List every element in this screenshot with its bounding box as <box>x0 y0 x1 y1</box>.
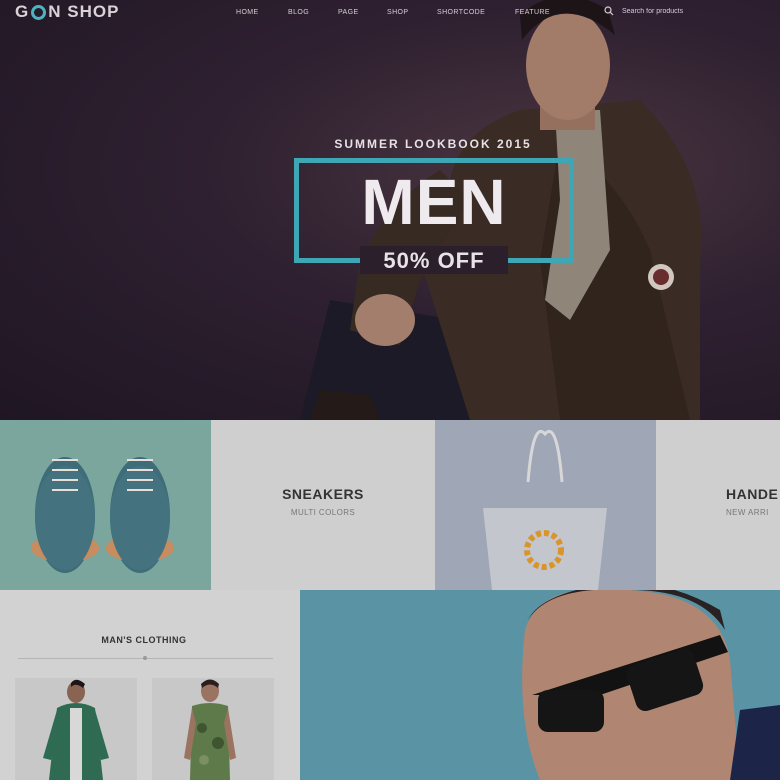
handbags-tile[interactable]: HANDE NEW ARRI <box>656 420 780 590</box>
product-card[interactable] <box>152 678 274 780</box>
nav-feature[interactable]: FEATURE <box>515 9 575 16</box>
hero-banner[interactable]: G N SHOP HOME BLOG PAGE SHOP SHORTCODE FE… <box>0 0 780 420</box>
logo-ring-icon <box>31 4 47 20</box>
nav-shortcode[interactable]: SHORTCODE <box>437 9 515 16</box>
handbags-caption: HANDE NEW ARRI <box>726 486 778 517</box>
mens-clothing-panel: MAN'S CLOTHING <box>0 590 300 780</box>
green-jacket-model-image <box>43 679 109 780</box>
camo-tank-model-image <box>184 679 236 780</box>
shoes-image <box>31 457 174 573</box>
bottom-row: MAN'S CLOTHING <box>0 590 780 780</box>
sneakers-caption: SNEAKERS MULTI COLORS <box>211 486 435 517</box>
category-subtitle: NEW ARRI <box>726 508 769 517</box>
section-title: MAN'S CLOTHING <box>101 635 187 645</box>
product-card[interactable] <box>15 678 137 780</box>
sunglasses-model-image <box>522 590 780 780</box>
bag-tile[interactable] <box>435 420 656 590</box>
category-title: SNEAKERS <box>282 486 364 502</box>
promo-title: MEN <box>361 166 507 238</box>
promo-subtitle: 50% OFF <box>383 248 485 273</box>
divider-dot <box>143 656 147 660</box>
promo-kicker: SUMMER LOOKBOOK 2015 <box>334 137 532 151</box>
logo-text-end: N SHOP <box>48 2 120 21</box>
nav-blog[interactable]: BLOG <box>288 9 338 16</box>
category-title: HANDE <box>726 486 779 502</box>
search-input[interactable] <box>622 7 732 15</box>
sneakers-tile[interactable]: SNEAKERS MULTI COLORS <box>211 420 435 590</box>
category-row: SNEAKERS MULTI COLORS HANDE NEW ARRI <box>0 420 780 590</box>
sunglasses-banner[interactable] <box>300 590 780 780</box>
site-logo[interactable]: G N SHOP <box>15 2 119 22</box>
logo-text-start: G <box>15 2 30 21</box>
category-subtitle: MULTI COLORS <box>290 508 356 517</box>
main-menu: HOME BLOG PAGE SHOP SHORTCODE FEATURE <box>236 9 575 16</box>
top-navigation: G N SHOP HOME BLOG PAGE SHOP SHORTCODE FE… <box>0 0 780 28</box>
nav-home[interactable]: HOME <box>236 9 288 16</box>
nav-shop[interactable]: SHOP <box>387 9 437 16</box>
shoes-tile[interactable] <box>0 420 211 590</box>
search-bar <box>604 6 732 16</box>
tote-bag-image <box>483 430 607 590</box>
nav-page[interactable]: PAGE <box>338 9 387 16</box>
search-icon[interactable] <box>604 6 614 16</box>
